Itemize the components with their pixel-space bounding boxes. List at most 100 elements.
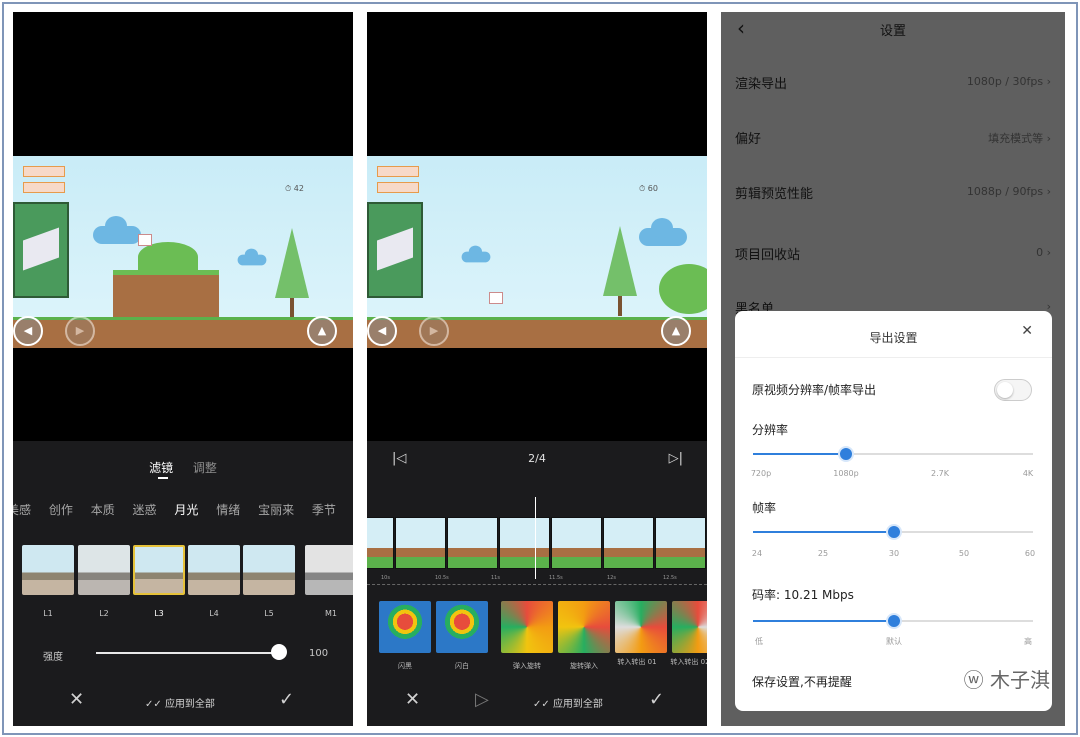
intensity-slider-knob[interactable]	[271, 644, 287, 660]
clip-strip[interactable]	[367, 517, 707, 569]
right-arrow-button[interactable]: ▶	[65, 316, 95, 346]
transition-label: 转入转出 02	[670, 658, 707, 666]
tick-label: 4K	[1022, 469, 1034, 478]
ruler-label: 10s	[381, 575, 390, 581]
game-badge-2	[377, 182, 419, 193]
game-preview: ⏱ 42 ◀ ▶ ▲	[13, 156, 353, 348]
tab-adjust[interactable]: 调整	[193, 459, 217, 476]
category-item[interactable]: 情绪	[216, 501, 240, 518]
close-icon[interactable]: ✕	[405, 689, 420, 710]
close-icon[interactable]: ✕	[1021, 323, 1033, 339]
next-clip-icon[interactable]: ▷|	[669, 451, 683, 466]
tree-trunk	[290, 298, 294, 318]
dialog-title: 导出设置	[869, 331, 918, 345]
confirm-check-icon[interactable]: ✓	[649, 689, 664, 710]
category-item[interactable]: 创作	[49, 501, 73, 518]
ruler-label: 12.5s	[663, 575, 677, 581]
cloud-icon	[237, 248, 267, 266]
jump-button[interactable]: ▲	[661, 316, 691, 346]
left-arrow-button[interactable]: ◀	[367, 316, 397, 346]
transition-toolbar: |◁ 2/4 ▷| 10s 10.5s 11s 11.5s 12s 12.5s …	[367, 441, 707, 726]
apply-all-label: 应用到全部	[164, 699, 215, 710]
original-export-toggle[interactable]	[994, 379, 1032, 401]
clip-frame	[395, 517, 446, 569]
play-icon[interactable]: ▷	[475, 689, 489, 710]
resolution-knob[interactable]	[838, 446, 854, 462]
bush	[659, 264, 707, 314]
clip-frame	[499, 517, 550, 569]
save-settings-label: 保存设置,不再提醒	[752, 675, 852, 689]
page-title: 设置	[879, 24, 906, 39]
tick-label: 默认	[886, 637, 902, 646]
bitrate-slider[interactable]	[753, 613, 1033, 629]
tick-label: 2.7K	[931, 469, 949, 478]
category-item-selected[interactable]: 月光	[174, 501, 198, 518]
intensity-label: 强度	[43, 652, 63, 663]
row-value: 1088p / 90fps ›	[966, 185, 1051, 198]
transition-thumb-pop-rotate[interactable]	[501, 601, 553, 653]
category-list: 美感 创作 本质 迷惑 月光 情绪 宝丽来 季节 电	[13, 501, 353, 518]
filter-label: L5	[264, 609, 274, 618]
export-settings-dialog: 导出设置 ✕ 原视频分辨率/帧率导出 分辨率 720p 1080p 2.7K 4…	[735, 311, 1052, 711]
game-preview: ⏱ 60 ◀ ▶ ▲	[367, 156, 707, 348]
ruler-label: 11.5s	[549, 575, 563, 581]
right-arrow-button[interactable]: ▶	[419, 316, 449, 346]
filter-thumb-l3-selected[interactable]	[133, 545, 185, 595]
tick-label: 60	[1024, 549, 1036, 558]
filter-thumb-l5[interactable]	[243, 545, 295, 595]
transition-thumb-rotate-pop[interactable]	[558, 601, 610, 653]
confirm-check-icon[interactable]: ✓	[279, 689, 294, 710]
settings-row-preview-performance[interactable]: 剪辑预览性能 1088p / 90fps ›	[735, 183, 1051, 202]
tree	[275, 228, 309, 298]
fps-label: 帧率	[752, 501, 777, 515]
category-item[interactable]: 本质	[91, 501, 115, 518]
divider	[735, 357, 1052, 358]
close-icon[interactable]: ✕	[69, 689, 84, 710]
cloud-icon	[639, 218, 687, 246]
tab-filter[interactable]: 滤镜	[149, 459, 173, 476]
category-item[interactable]: 迷惑	[133, 501, 157, 518]
intensity-slider[interactable]	[96, 652, 280, 654]
tick-label: 高	[1024, 637, 1032, 646]
game-minimap	[367, 202, 423, 298]
settings-row-preferences[interactable]: 偏好 填充模式等 ›	[735, 128, 1051, 147]
game-character	[138, 234, 152, 246]
filter-thumb-l4[interactable]	[188, 545, 240, 595]
apply-all-button[interactable]: ✓✓ 应用到全部	[145, 695, 215, 710]
settings-row-trash[interactable]: 项目回收站 0 ›	[735, 244, 1051, 263]
transition-thumb-flash-black[interactable]	[379, 601, 431, 653]
category-item[interactable]: 美感	[13, 501, 31, 518]
filter-thumb-l2[interactable]	[78, 545, 130, 595]
category-item[interactable]: 季节	[312, 501, 336, 518]
category-item[interactable]: 宝丽来	[258, 501, 294, 518]
left-arrow-button[interactable]: ◀	[13, 316, 43, 346]
tick-label: 50	[958, 549, 970, 558]
transition-thumb-in-out-01[interactable]	[615, 601, 667, 653]
transition-label: 闪白	[455, 662, 469, 670]
ground	[13, 320, 353, 348]
row-value: 填充模式等 ›	[988, 132, 1051, 145]
timer: ⏱ 42	[285, 184, 304, 193]
settings-row-export[interactable]: 渲染导出 1080p / 30fps ›	[735, 73, 1051, 92]
game-badge-2	[23, 182, 65, 193]
transition-thumb-in-out-02[interactable]	[672, 601, 707, 653]
fps-knob[interactable]	[886, 524, 902, 540]
playhead[interactable]	[535, 497, 536, 579]
bitrate-knob[interactable]	[886, 613, 902, 629]
tick-label: 24	[751, 549, 763, 558]
transition-thumb-flash-white[interactable]	[436, 601, 488, 653]
clip-frame	[655, 517, 706, 569]
game-badge-1	[23, 166, 65, 177]
resolution-slider[interactable]	[753, 446, 1033, 462]
fps-slider[interactable]	[753, 524, 1033, 540]
filter-label: L3	[154, 609, 164, 618]
filter-label: L2	[99, 609, 109, 618]
filter-thumb-m1[interactable]	[305, 545, 353, 595]
ruler-label: 11s	[491, 575, 500, 581]
row-label: 剪辑预览性能	[735, 187, 814, 202]
ruler-label: 12s	[607, 575, 616, 581]
jump-button[interactable]: ▲	[307, 316, 337, 346]
filter-toolbar: 滤镜 调整 美感 创作 本质 迷惑 月光 情绪 宝丽来 季节 电 L1 L2 L…	[13, 441, 353, 726]
filter-thumb-l1[interactable]	[22, 545, 74, 595]
apply-all-button[interactable]: ✓✓ 应用到全部	[533, 695, 603, 710]
